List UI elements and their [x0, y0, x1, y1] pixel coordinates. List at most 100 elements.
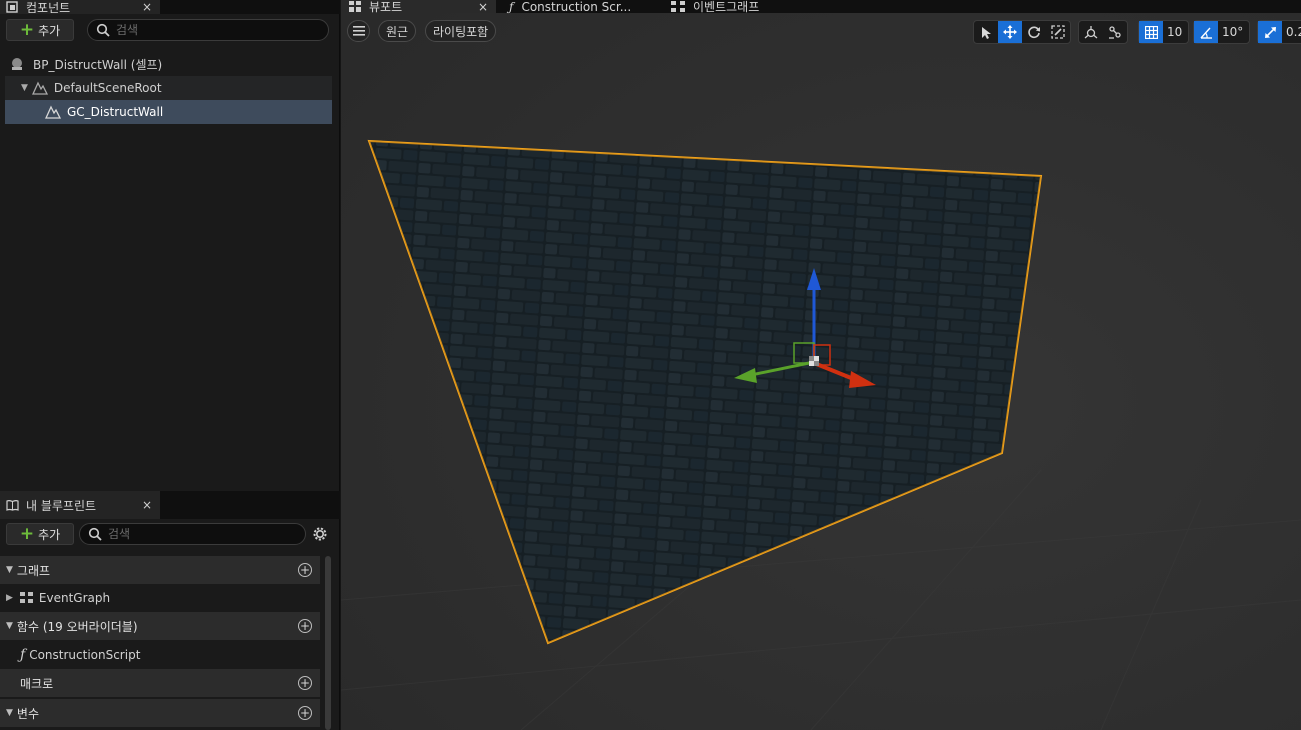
- components-icon: [6, 1, 18, 13]
- viewport-scene[interactable]: [341, 0, 1301, 730]
- tree-item-label: GC_DistructWall: [67, 105, 164, 119]
- blueprint-add-label: 추가: [38, 527, 61, 542]
- function-icon: ƒ: [20, 647, 26, 663]
- angle-icon: [1199, 27, 1212, 39]
- tab-label: Construction Scr...: [521, 0, 632, 14]
- blueprint-scrollbar[interactable]: [325, 556, 331, 730]
- editor-root: 컴포넌트 × + 추가 BP_DistructWall (셀프) ▼ Defau…: [0, 0, 1301, 730]
- list-item-label: EventGraph: [38, 591, 111, 605]
- section-macros[interactable]: 매크로 +: [0, 669, 320, 697]
- hamburger-icon: [352, 26, 365, 36]
- world-space-icon: [1084, 26, 1098, 39]
- translate-tool-button[interactable]: [998, 21, 1022, 43]
- add-function-icon[interactable]: +: [298, 619, 312, 633]
- expand-arrow-icon[interactable]: ▶: [6, 593, 13, 603]
- close-icon[interactable]: ×: [142, 498, 152, 512]
- section-title: 매크로: [20, 676, 54, 691]
- components-tabbar: 컴포넌트 ×: [0, 0, 340, 15]
- collapse-arrow-icon[interactable]: ▼: [6, 708, 13, 718]
- section-graphs[interactable]: ▼ 그래프 +: [0, 556, 320, 584]
- grid-snap-toggle[interactable]: [1139, 21, 1163, 43]
- move-arrows-icon: [1003, 25, 1017, 39]
- viewport-tabbar: 뷰포트 × ƒ Construction Scr... 이벤트그래프: [341, 0, 1301, 14]
- section-title: 함수 (19 오버라이더블): [16, 619, 138, 634]
- actor-icon: [12, 58, 22, 70]
- collapse-arrow-icon[interactable]: ▼: [6, 565, 13, 575]
- tab-components[interactable]: 컴포넌트 ×: [0, 0, 160, 15]
- list-item-constructionscript[interactable]: ƒ ConstructionScript: [0, 641, 320, 669]
- blueprint-tabbar: 내 블루프린트 ×: [0, 491, 340, 519]
- blueprint-add-button[interactable]: + 추가: [6, 523, 74, 545]
- search-icon: [96, 23, 110, 37]
- blueprint-search[interactable]: [79, 523, 306, 545]
- section-functions[interactable]: ▼ 함수 (19 오버라이더블) +: [0, 612, 320, 640]
- section-variables[interactable]: ▼ 변수 +: [0, 699, 320, 727]
- collapse-arrow-icon[interactable]: ▼: [6, 621, 13, 631]
- geometry-collection-icon: [45, 105, 61, 119]
- tab-viewport[interactable]: 뷰포트 ×: [341, 0, 496, 14]
- left-column: 컴포넌트 × + 추가 BP_DistructWall (셀프) ▼ Defau…: [0, 0, 340, 730]
- perspective-button[interactable]: 원근: [378, 20, 417, 42]
- components-search-input[interactable]: [116, 23, 266, 37]
- components-add-label: 추가: [38, 23, 61, 38]
- add-graph-icon[interactable]: +: [298, 563, 312, 577]
- book-icon: [6, 499, 19, 511]
- viewport-icon: [349, 1, 361, 12]
- list-item-eventgraph[interactable]: ▶ EventGraph: [0, 584, 320, 612]
- tab-label: 이벤트그래프: [693, 0, 760, 14]
- world-space-button[interactable]: [1079, 21, 1103, 43]
- grid-snap-value[interactable]: 10: [1163, 25, 1188, 39]
- section-title: 변수: [16, 706, 40, 721]
- grid-icon: [1144, 25, 1158, 39]
- grid-snap-group[interactable]: 10: [1138, 20, 1190, 44]
- tab-label: 뷰포트: [369, 0, 403, 14]
- scale-tool-button[interactable]: [1046, 21, 1070, 43]
- rotate-icon: [1028, 26, 1040, 39]
- tab-construction-script[interactable]: ƒ Construction Scr...: [501, 0, 661, 14]
- rotation-snap-value[interactable]: 10°: [1218, 25, 1249, 39]
- components-tab-label: 컴포넌트: [26, 0, 71, 15]
- blueprint-search-input[interactable]: [108, 527, 258, 541]
- viewport-menu-button[interactable]: [347, 20, 370, 42]
- scale-snap-group[interactable]: 0.25: [1257, 20, 1301, 44]
- list-item-label: ConstructionScript: [29, 648, 141, 662]
- rotate-tool-button[interactable]: [1022, 21, 1046, 43]
- components-add-button[interactable]: + 추가: [6, 19, 74, 41]
- rotation-snap-toggle[interactable]: [1194, 21, 1218, 43]
- cursor-icon: [982, 26, 991, 39]
- collapse-arrow-icon[interactable]: ▼: [21, 83, 28, 93]
- blueprint-tab-label: 내 블루프린트: [26, 498, 97, 513]
- tree-item-self[interactable]: BP_DistructWall (셀프): [5, 52, 332, 76]
- lighting-button[interactable]: 라이팅포함: [425, 20, 497, 42]
- tab-my-blueprint[interactable]: 내 블루프린트 ×: [0, 491, 160, 519]
- close-icon[interactable]: ×: [478, 0, 488, 14]
- plus-icon: +: [19, 19, 35, 40]
- viewport[interactable]: 뷰포트 × ƒ Construction Scr... 이벤트그래프 원근 라이…: [341, 0, 1301, 730]
- add-macro-icon[interactable]: +: [298, 676, 312, 690]
- tree-item-default-scene-root[interactable]: ▼ DefaultSceneRoot: [5, 76, 332, 100]
- surface-snap-button[interactable]: [1103, 21, 1127, 43]
- search-icon: [88, 527, 102, 541]
- settings-gear-icon[interactable]: [311, 525, 329, 543]
- scale-icon: [1051, 25, 1065, 39]
- transform-tool-group: [973, 20, 1071, 44]
- rotation-snap-group[interactable]: 10°: [1193, 20, 1251, 44]
- scale-snap-value[interactable]: 0.25: [1282, 25, 1301, 39]
- select-tool-button[interactable]: [974, 21, 998, 43]
- tab-event-graph[interactable]: 이벤트그래프: [663, 0, 823, 14]
- surface-snap-icon: [1109, 26, 1121, 39]
- tree-item-gc-distructwall[interactable]: GC_DistructWall: [5, 100, 332, 124]
- close-icon[interactable]: ×: [142, 0, 152, 14]
- event-graph-icon: [19, 592, 33, 603]
- coordinate-space-group: [1078, 20, 1128, 44]
- components-search[interactable]: [87, 19, 329, 41]
- add-variable-icon[interactable]: +: [298, 706, 312, 720]
- event-graph-icon: [671, 0, 685, 12]
- plus-icon: +: [19, 523, 35, 544]
- scale-snap-toggle[interactable]: [1258, 21, 1282, 43]
- section-title: 그래프: [16, 563, 51, 578]
- tree-item-label: DefaultSceneRoot: [53, 81, 162, 95]
- tree-item-label: BP_DistructWall (셀프): [33, 57, 163, 72]
- scale-snap-icon: [1264, 26, 1276, 38]
- scene-component-icon: [31, 81, 48, 95]
